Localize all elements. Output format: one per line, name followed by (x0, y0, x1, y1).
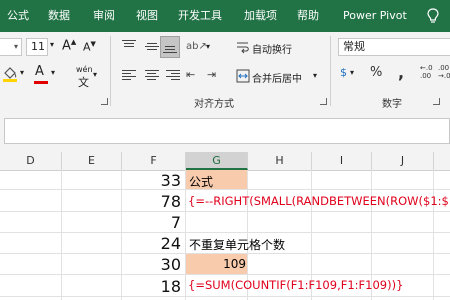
align-middle-icon[interactable] (145, 43, 159, 52)
grid-line (0, 211, 450, 212)
increase-indent-icon[interactable]: ⇥ (207, 68, 216, 81)
tab-review[interactable]: 审阅 (93, 0, 115, 32)
orientation-dropdown[interactable]: ▾ (206, 42, 210, 51)
grid-line (0, 274, 450, 275)
wrap-text-icon[interactable] (236, 40, 250, 54)
cell-g2-formula[interactable]: {=--RIGHT(SMALL(RANDBETWEEN(ROW($1:$ (188, 194, 449, 208)
column-header-k[interactable] (434, 152, 450, 170)
cell-f5[interactable]: 30 (121, 255, 181, 274)
align-right-icon[interactable] (166, 70, 180, 82)
align-center-icon[interactable] (145, 70, 159, 82)
grid-line (0, 232, 450, 233)
column-header-f[interactable]: F (122, 152, 186, 170)
formula-bar-input[interactable] (4, 118, 450, 144)
font-color-dropdown[interactable]: ▾ (51, 68, 55, 77)
font-size-value: 11 (31, 40, 45, 53)
alignment-group-launcher-icon[interactable] (320, 98, 327, 105)
percent-style-button[interactable]: % (370, 65, 382, 80)
pinyin-button[interactable]: wén (76, 65, 93, 74)
number-format-dropdown[interactable]: 常规 (338, 38, 450, 56)
align-left-icon[interactable] (122, 70, 136, 82)
tab-view[interactable]: 视图 (136, 0, 158, 32)
merge-center-icon[interactable] (236, 69, 250, 83)
column-header-e[interactable]: E (62, 152, 122, 170)
pinyin-glyph: 文 (78, 76, 89, 89)
align-bottom-icon (163, 46, 177, 55)
column-header-i[interactable]: I (312, 152, 372, 170)
decrease-indent-icon[interactable]: ⇤ (186, 68, 195, 81)
tab-power-pivot[interactable]: Power Pivot (343, 0, 407, 32)
font-name-dropdown[interactable]: ▾ (0, 38, 22, 56)
fill-color-icon[interactable] (2, 66, 18, 82)
column-header-g[interactable]: G (186, 152, 248, 170)
ribbon-panel: ▾ 11 ▾ A▲ A▼ ▾ A ▾ wén 文 ▾ ab↗ ▾ 自动换行 ⇤ … (0, 32, 450, 113)
tab-help[interactable]: 帮助 (297, 0, 319, 32)
decrease-font-button[interactable]: A▼ (83, 40, 96, 54)
cell-f2[interactable]: 78 (121, 192, 181, 211)
merge-center-dropdown[interactable]: ▾ (313, 71, 317, 80)
tab-formulas[interactable]: 公式 (7, 0, 29, 32)
column-header-j[interactable]: J (372, 152, 434, 170)
worksheet-grid[interactable]: 33 78 7 24 30 18 公式 {=--RIGHT(SMALL(RAND… (0, 170, 450, 300)
increase-font-button[interactable]: A▲ (62, 38, 76, 53)
orientation-icon[interactable]: ab↗ (186, 41, 207, 52)
tab-addins[interactable]: 加载项 (244, 0, 277, 32)
decrease-decimal-button[interactable]: .00 →.0 (438, 64, 450, 80)
pinyin-dropdown[interactable]: ▾ (93, 70, 97, 79)
tab-data[interactable]: 数据 (48, 0, 70, 32)
chevron-down-icon: ▾ (13, 42, 18, 51)
accounting-format-button[interactable]: $ (340, 66, 347, 79)
pinyin-label: wén (76, 65, 93, 74)
cell-f4[interactable]: 24 (121, 234, 181, 253)
formula-bar-area (0, 112, 450, 152)
font-color-swatch (34, 81, 48, 84)
column-header-h[interactable]: H (248, 152, 312, 170)
wrap-text-button[interactable]: 自动换行 (252, 41, 292, 56)
fill-color-dropdown[interactable]: ▾ (20, 68, 24, 77)
number-group-launcher-icon[interactable] (433, 98, 440, 105)
font-group-launcher-icon[interactable] (101, 98, 108, 105)
group-separator (110, 36, 111, 106)
font-size-dropdown-arrow[interactable]: ▾ (50, 40, 54, 49)
cell-f1[interactable]: 33 (121, 171, 181, 190)
column-header-row: D E F G H I J (0, 152, 450, 171)
decrease-font-label: A (83, 40, 91, 54)
column-header-d[interactable]: D (0, 152, 62, 170)
comma-style-button[interactable]: , (398, 63, 404, 82)
tab-developer[interactable]: 开发工具 (178, 0, 222, 32)
cell-g4[interactable]: 不重复单元格个数 (189, 236, 285, 253)
cell-f6[interactable]: 18 (121, 277, 181, 296)
font-size-dropdown[interactable]: 11 (26, 38, 48, 56)
ribbon-tab-bar: 公式 数据 审阅 视图 开发工具 加载项 帮助 Power Pivot (0, 0, 450, 32)
number-group-label: 数字 (382, 99, 402, 110)
lightbulb-icon[interactable] (427, 8, 439, 24)
group-separator (330, 36, 331, 106)
grid-line (0, 296, 450, 297)
accounting-format-dropdown[interactable]: ▾ (350, 68, 354, 77)
grid-line (0, 189, 450, 190)
alignment-group-label: 对齐方式 (194, 99, 234, 110)
cell-f3[interactable]: 7 (121, 213, 181, 232)
increase-font-label: A (62, 38, 71, 54)
cell-g5[interactable]: 109 (186, 257, 246, 271)
increase-decimal-button[interactable]: ←.0 .00 (420, 64, 433, 80)
number-format-value: 常规 (343, 40, 365, 53)
align-top-icon[interactable] (122, 40, 136, 49)
font-color-label: A (35, 64, 44, 79)
merge-center-button[interactable]: 合并后居中 (252, 70, 302, 85)
cell-g6-formula[interactable]: {=SUM(COUNTIF(F1:F109,F1:F109))} (188, 278, 403, 292)
font-color-button[interactable]: A (35, 64, 44, 79)
currency-symbol: $ (340, 66, 347, 79)
cell-g1[interactable]: 公式 (189, 173, 213, 190)
